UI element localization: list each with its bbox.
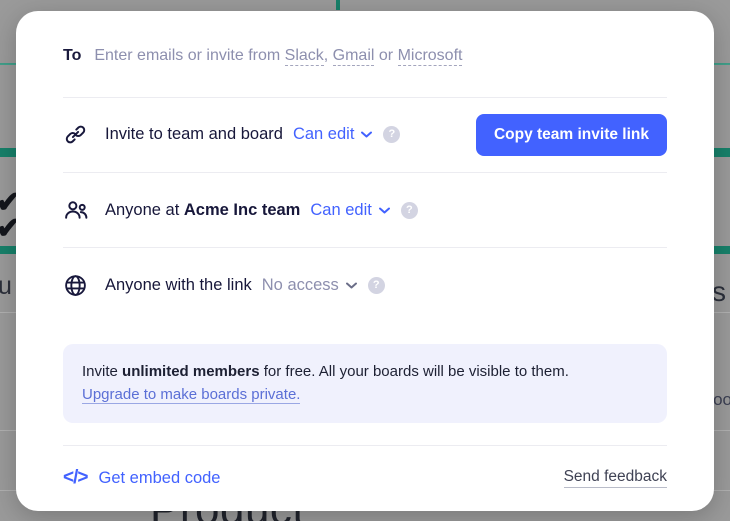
- permission-value: No access: [261, 275, 339, 294]
- backdrop-text-fragment: u: [0, 272, 12, 300]
- invite-service-slack[interactable]: Slack: [284, 47, 324, 66]
- permission-row-label-bold: Acme Inc team: [183, 200, 301, 219]
- permission-row-team: Anyone at Acme Inc team Can edit ?: [63, 173, 667, 247]
- help-icon[interactable]: ?: [400, 201, 418, 219]
- invite-to-row: To Enter emails or invite from Slack, Gm…: [63, 11, 667, 97]
- permission-row-label: Anyone at Acme Inc team: [105, 201, 300, 220]
- invite-separator: or: [374, 47, 398, 64]
- permission-select-anyone-with-link[interactable]: No access: [262, 276, 357, 295]
- upgrade-banner: Invite unlimited members for free. All y…: [63, 344, 667, 423]
- permission-row-label: Anyone with the link: [105, 275, 252, 294]
- link-icon: [63, 122, 105, 147]
- upgrade-banner-text: Invite unlimited members for free. All y…: [82, 361, 648, 383]
- chevron-down-icon: [361, 131, 373, 138]
- banner-text-after: for free. All your boards will be visibl…: [259, 363, 569, 381]
- permission-value: Can edit: [310, 200, 372, 219]
- get-embed-code-button[interactable]: </> Get embed code: [63, 467, 220, 489]
- permission-select-team[interactable]: Can edit: [310, 200, 390, 220]
- upgrade-link[interactable]: Upgrade to make boards private.: [82, 386, 301, 404]
- globe-icon: [63, 273, 105, 298]
- modal-footer: </> Get embed code Send feedback: [63, 446, 667, 511]
- send-feedback-link[interactable]: Send feedback: [563, 468, 667, 489]
- invite-placeholder-prefix: Enter emails or invite from: [94, 47, 285, 64]
- permission-row-anyone-with-link: Anyone with the link No access ?: [63, 248, 667, 322]
- to-label: To: [63, 47, 82, 64]
- invite-service-microsoft[interactable]: Microsoft: [397, 47, 463, 66]
- people-icon: [63, 198, 105, 223]
- share-modal: To Enter emails or invite from Slack, Gm…: [16, 11, 714, 511]
- invite-separator: ,: [323, 47, 333, 64]
- permission-row-label-plain: Anyone at: [105, 200, 184, 219]
- invite-service-gmail[interactable]: Gmail: [332, 47, 375, 66]
- backdrop-teal-marker-top: [336, 0, 340, 10]
- permission-select-team-and-board[interactable]: Can edit: [292, 125, 373, 144]
- permission-row-label: Invite to team and board: [105, 125, 283, 144]
- permission-row-team-and-board: Invite to team and board Can edit ? Copy…: [63, 98, 667, 172]
- chevron-down-icon: [345, 282, 357, 289]
- permission-value: Can edit: [292, 125, 355, 144]
- code-icon: </>: [63, 467, 89, 489]
- chevron-down-icon: [378, 207, 390, 214]
- backdrop-text-fragment: oo: [713, 390, 730, 409]
- banner-text-before: Invite: [82, 363, 123, 381]
- banner-text-bold: unlimited members: [122, 363, 260, 381]
- help-icon[interactable]: ?: [383, 126, 401, 144]
- copy-team-invite-link-button[interactable]: Copy team invite link: [475, 113, 667, 156]
- help-icon[interactable]: ?: [367, 276, 385, 294]
- get-embed-code-label: Get embed code: [98, 468, 221, 487]
- invite-emails-input[interactable]: Enter emails or invite from Slack, Gmail…: [94, 47, 463, 66]
- backdrop-text-fragment: s: [712, 276, 726, 307]
